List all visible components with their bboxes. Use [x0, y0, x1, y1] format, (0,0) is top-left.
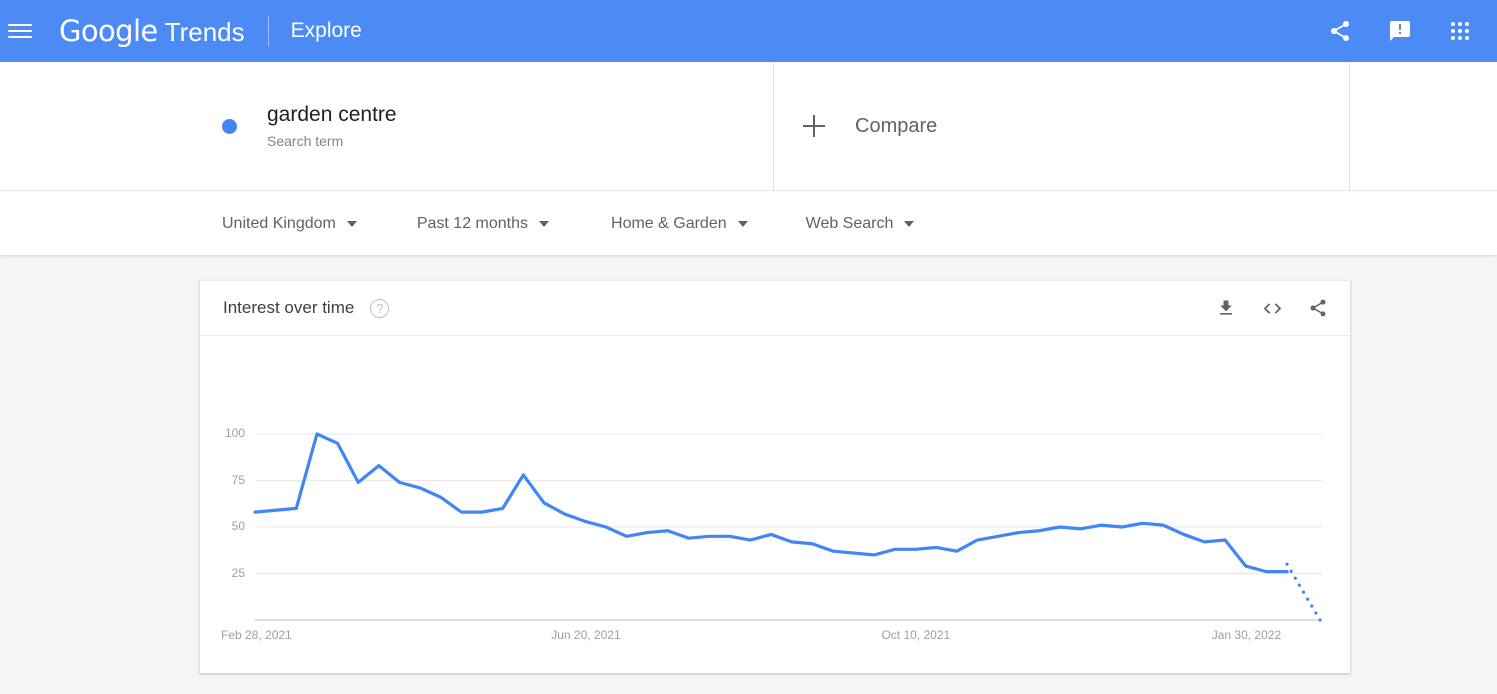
- card-header: Interest over time ?: [200, 281, 1350, 336]
- y-axis-tick: 25: [231, 565, 245, 580]
- google-apps-icon[interactable]: [1447, 18, 1473, 44]
- search-term-card[interactable]: garden centre Search term: [200, 62, 774, 190]
- compare-card[interactable]: Compare: [775, 62, 1350, 190]
- chevron-down-icon: [346, 220, 357, 227]
- appbar-actions: [1327, 18, 1473, 44]
- chevron-down-icon: [539, 220, 550, 227]
- search-term-text: garden centre Search term: [267, 102, 397, 150]
- plus-icon: [803, 115, 825, 137]
- google-trends-logo[interactable]: Google Trends: [59, 14, 245, 48]
- filter-search-type-label: Web Search: [805, 214, 894, 232]
- x-axis-tick: Feb 28, 2021: [221, 628, 292, 642]
- page-body: Interest over time ? 25 50 75 100 Feb 28…: [0, 255, 1497, 694]
- filter-category-label: Home & Garden: [611, 214, 727, 232]
- search-term-type: Search term: [267, 133, 344, 149]
- share-chart-icon[interactable]: [1306, 296, 1330, 320]
- query-row: garden centre Search term Compare: [0, 62, 1497, 191]
- x-axis-tick: Jan 30, 2022: [1211, 628, 1282, 642]
- chart-svg: [253, 432, 1322, 622]
- filter-time-range[interactable]: Past 12 months: [416, 214, 550, 233]
- interest-over-time-chart[interactable]: 25 50 75 100 Feb 28, 2021 Jun 20, 2021 Oct 10…: [200, 336, 1350, 672]
- search-term-value: garden centre: [267, 103, 397, 126]
- explore-section-label[interactable]: Explore: [291, 19, 362, 43]
- hamburger-menu-icon[interactable]: [8, 19, 32, 43]
- series-color-dot: [222, 118, 237, 134]
- y-axis-tick: 100: [224, 426, 245, 440]
- download-csv-icon[interactable]: [1214, 296, 1238, 320]
- interest-over-time-card: Interest over time ? 25 50 75 100 Feb 28…: [200, 281, 1350, 673]
- filter-search-type[interactable]: Web Search: [806, 215, 915, 233]
- filter-bar: United Kingdom Past 12 months Home & Gar…: [0, 192, 1497, 255]
- embed-code-icon[interactable]: [1260, 296, 1284, 320]
- filter-time-range-label: Past 12 months: [416, 214, 529, 232]
- chevron-down-icon: [737, 220, 748, 227]
- filter-category[interactable]: Home & Garden: [611, 215, 748, 233]
- card-actions: [1214, 296, 1330, 320]
- trends-wordmark: Trends: [164, 17, 245, 47]
- google-wordmark: Google: [59, 14, 158, 48]
- app-bar: Google Trends Explore: [0, 0, 1497, 62]
- filter-location-label: United Kingdom: [222, 214, 336, 232]
- help-icon[interactable]: ?: [370, 298, 390, 318]
- appbar-divider: [267, 16, 269, 46]
- x-axis-tick: Jun 20, 2021: [551, 628, 621, 642]
- y-axis-tick: 50: [231, 519, 245, 533]
- share-icon[interactable]: [1327, 18, 1353, 44]
- chevron-down-icon: [904, 220, 915, 227]
- filter-location[interactable]: United Kingdom: [222, 215, 357, 233]
- compare-label: Compare: [855, 114, 938, 137]
- feedback-icon[interactable]: [1387, 18, 1413, 44]
- page-title: Interest over time: [223, 298, 355, 317]
- y-axis-tick: 75: [231, 472, 245, 487]
- x-axis-tick: Oct 10, 2021: [881, 628, 951, 642]
